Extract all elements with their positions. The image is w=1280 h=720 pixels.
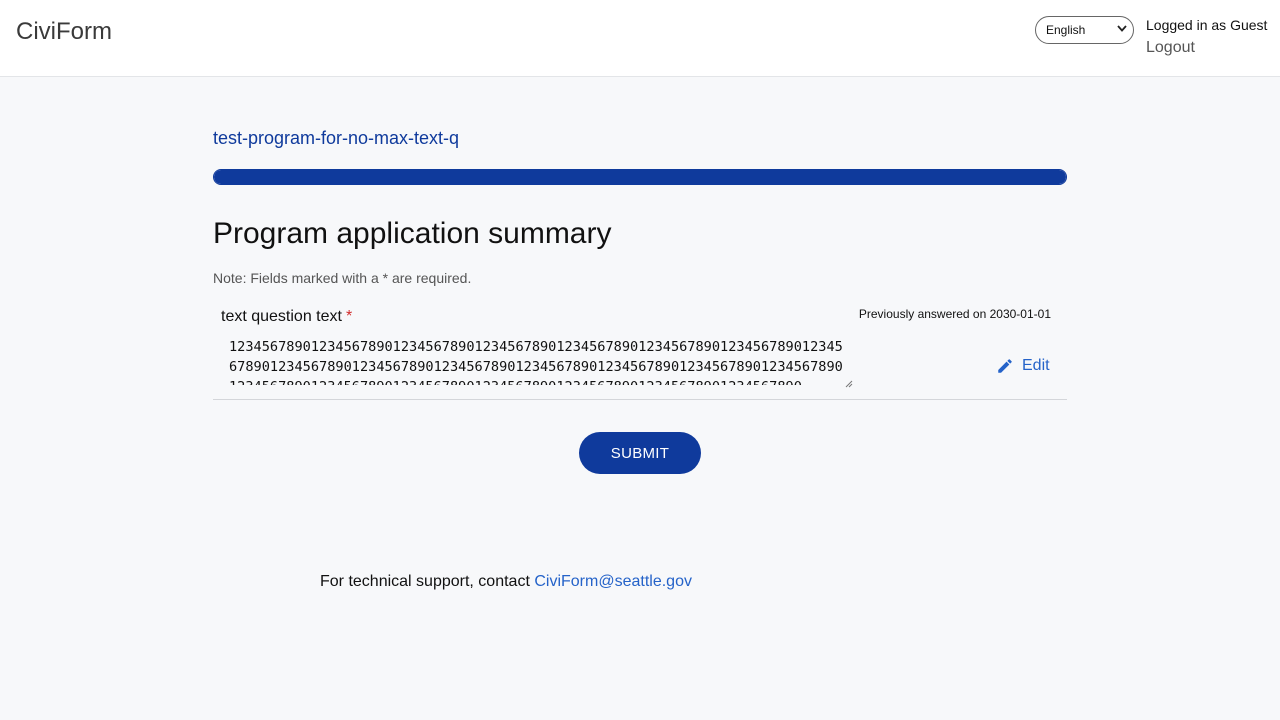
program-name: test-program-for-no-max-text-q — [213, 128, 460, 148]
chevron-down-icon — [1117, 25, 1127, 35]
progress-bar — [213, 169, 1067, 185]
required-fields-note: Note: Fields marked with a * are require… — [213, 270, 472, 286]
support-email-link[interactable]: CiviForm@seattle.gov — [534, 573, 692, 590]
question-title: text question text * — [221, 308, 352, 326]
brand-logo-link[interactable]: CiviForm — [16, 18, 112, 46]
edit-answer-link[interactable]: Edit — [996, 357, 1050, 375]
question-summary-row: text question text * Previously answered … — [213, 301, 1067, 400]
logout-link[interactable]: Logout — [1146, 39, 1195, 57]
login-status: Logged in as Guest — [1146, 17, 1268, 33]
submit-button[interactable]: SUBMIT — [579, 432, 701, 474]
page-title: Program application summary — [213, 217, 612, 250]
top-navbar: CiviForm English Logged in as Guest Logo… — [0, 0, 1280, 77]
answer-text[interactable]: 1234567890123456789012345678901234567890… — [225, 335, 853, 385]
progress-fill — [214, 170, 1066, 184]
required-marker: * — [345, 308, 353, 325]
question-title-text: text question text — [221, 308, 342, 325]
language-select[interactable]: English — [1035, 16, 1134, 44]
answered-on-date: Previously answered on 2030-01-01 — [858, 307, 1051, 321]
resize-handle-icon[interactable] — [843, 375, 853, 388]
pencil-icon — [998, 359, 1012, 373]
support-text: For technical support, contact — [320, 573, 530, 590]
support-footer: For technical support, contact CiviForm@… — [320, 573, 692, 591]
language-select-value: English — [1046, 23, 1086, 37]
edit-label: Edit — [1022, 357, 1050, 374]
